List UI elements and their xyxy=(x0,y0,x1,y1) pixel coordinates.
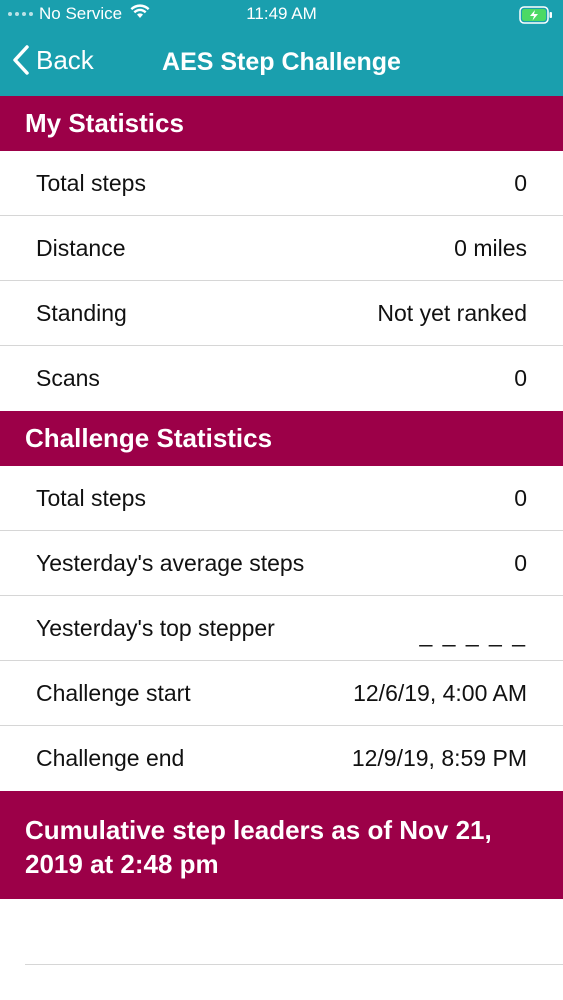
stat-label: Yesterday's average steps xyxy=(36,549,305,576)
challenge-row-total-steps: Total steps 0 xyxy=(0,466,563,531)
stat-label: Total steps xyxy=(36,169,146,196)
stat-label: Standing xyxy=(36,299,127,326)
stat-label: Total steps xyxy=(36,484,146,511)
stat-value: Not yet ranked xyxy=(377,299,527,326)
stat-label: Yesterday's top stepper xyxy=(36,614,275,641)
my-statistics-list: Total steps 0 Distance 0 miles Standing … xyxy=(0,151,563,411)
challenge-row-start: Challenge start 12/6/19, 4:00 AM xyxy=(0,661,563,726)
stat-value: _ _ _ _ _ xyxy=(419,620,527,647)
stat-row-distance: Distance 0 miles xyxy=(0,216,563,281)
status-bar: No Service 11:49 AM xyxy=(0,0,563,30)
page-title: AES Step Challenge xyxy=(162,48,401,76)
status-time: 11:49 AM xyxy=(246,4,317,23)
battery-icon xyxy=(519,6,553,29)
challenge-row-end: Challenge end 12/9/19, 8:59 PM xyxy=(0,726,563,791)
section-header-step-leaders: Cumulative step leaders as of Nov 21, 20… xyxy=(0,791,563,899)
stat-value: 0 xyxy=(514,549,527,576)
leaders-list-row xyxy=(25,899,563,965)
challenge-row-average-steps: Yesterday's average steps 0 xyxy=(0,531,563,596)
stat-value: 0 xyxy=(514,365,527,391)
section-header-my-statistics: My Statistics xyxy=(0,96,563,151)
stat-value: 0 xyxy=(514,484,527,511)
stat-value: 12/6/19, 4:00 AM xyxy=(353,679,527,706)
navigation-bar: No Service 11:49 AM Back AES Step Challe… xyxy=(0,0,563,96)
stat-label: Distance xyxy=(36,234,126,261)
stat-label: Scans xyxy=(36,365,100,391)
stat-row-scans: Scans 0 xyxy=(0,346,563,411)
section-header-challenge-statistics: Challenge Statistics xyxy=(0,411,563,466)
stat-value: 12/9/19, 8:59 PM xyxy=(351,745,527,771)
stat-value: 0 xyxy=(514,169,527,196)
challenge-row-top-stepper: Yesterday's top stepper _ _ _ _ _ xyxy=(0,596,563,661)
stat-row-standing: Standing Not yet ranked xyxy=(0,281,563,346)
nav-row: Back AES Step Challenge xyxy=(0,30,563,96)
stat-row-total-steps: Total steps 0 xyxy=(0,151,563,216)
stat-label: Challenge end xyxy=(36,745,185,771)
stat-label: Challenge start xyxy=(36,679,191,706)
stat-value: 0 miles xyxy=(454,234,527,261)
challenge-statistics-list: Total steps 0 Yesterday's average steps … xyxy=(0,466,563,791)
